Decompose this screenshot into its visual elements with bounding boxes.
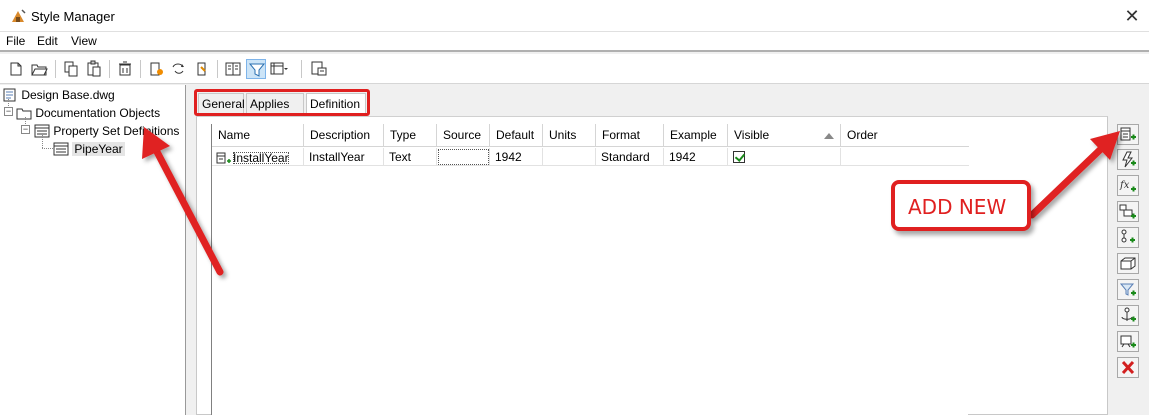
add-property-icon [1120, 127, 1136, 141]
column-header-default[interactable]: Default [490, 124, 543, 147]
add-material-property-button[interactable] [1117, 253, 1139, 274]
cell-source[interactable] [437, 148, 490, 166]
delete-property-icon [1121, 360, 1135, 375]
cell-visible[interactable] [728, 148, 841, 166]
toolbar [0, 54, 1149, 84]
add-new-callout: ADD NEW [891, 180, 1031, 231]
add-project-property-icon [1120, 335, 1136, 348]
menu-bar: File Edit View [0, 32, 1149, 52]
add-automatic-property-button[interactable] [1117, 149, 1139, 170]
callout-label: ADD NEW [908, 195, 1007, 219]
cell-example[interactable]: 1942 [664, 148, 728, 166]
delete-property-button[interactable] [1117, 357, 1139, 378]
column-header-visible-label: Visible [734, 128, 770, 142]
add-project-property-button[interactable] [1117, 331, 1139, 352]
cell-units[interactable] [543, 148, 596, 166]
tab-general[interactable]: General [198, 93, 245, 113]
visible-checkbox[interactable] [733, 150, 745, 163]
add-automatic-property-icon [1122, 151, 1136, 168]
menu-edit[interactable]: Edit [37, 34, 58, 48]
add-graphic-property-icon [1119, 283, 1136, 296]
tab-applies-to[interactable]: Applies To [246, 93, 304, 131]
cell-format[interactable]: Standard [596, 148, 664, 166]
add-graphic-property-button[interactable] [1117, 279, 1139, 300]
drawing-file-icon [3, 88, 16, 102]
tree-node-documentation-objects[interactable]: Documentation Objects [16, 103, 160, 121]
tree-label-pipeyear: PipeYear [72, 141, 125, 156]
add-location-property-button[interactable] [1117, 201, 1139, 222]
tree-node-property-set-definitions[interactable]: Property Set Definitions [34, 121, 179, 139]
open-folder-icon[interactable] [29, 59, 49, 79]
cell-name-value: InstallYear [232, 150, 289, 165]
inspect-icon[interactable] [309, 59, 329, 79]
column-header-example[interactable]: Example [664, 124, 728, 147]
add-classification-property-button[interactable] [1117, 227, 1139, 248]
paste-icon[interactable] [84, 59, 104, 79]
column-header-format[interactable]: Format [596, 124, 664, 147]
grid-header: Name Description Type Source Default Uni… [212, 124, 969, 147]
copy-icon[interactable] [61, 59, 81, 79]
edit-style-icon[interactable] [169, 59, 189, 79]
add-classification-property-icon [1121, 229, 1135, 243]
column-header-visible[interactable]: Visible [728, 124, 841, 147]
close-button[interactable]: ✕ [1115, 0, 1149, 32]
menu-file[interactable]: File [6, 34, 25, 48]
purge-icon[interactable] [115, 59, 135, 79]
add-anchor-property-icon [1121, 307, 1136, 322]
cell-order[interactable] [841, 148, 969, 166]
column-header-order[interactable]: Order [841, 124, 969, 147]
add-material-property-icon [1120, 257, 1136, 270]
cell-default[interactable]: 1942 [490, 148, 543, 166]
tree-node-drawing[interactable]: Design Base.dwg [2, 85, 115, 103]
column-header-description[interactable]: Description [304, 124, 384, 147]
add-property-button[interactable] [1117, 124, 1139, 145]
set-from-icon[interactable] [192, 59, 212, 79]
property-definitions-grid: Name Description Type Source Default Uni… [211, 124, 969, 415]
filter-icon[interactable] [246, 59, 266, 79]
tree-label-drawing: Design Base.dwg [21, 87, 115, 102]
tree-node-pipeyear[interactable]: PipeYear [53, 139, 125, 157]
tree-label-documentation-objects: Documentation Objects [35, 105, 161, 120]
sort-ascending-icon [824, 133, 834, 139]
svg-text:fx: fx [1119, 180, 1130, 191]
tree-label-property-set-definitions: Property Set Definitions [53, 123, 180, 138]
column-header-type[interactable]: Type [384, 124, 437, 147]
new-style-icon[interactable] [146, 59, 166, 79]
title-bar: Style Manager ✕ [0, 0, 1149, 32]
menu-view[interactable]: View [71, 34, 97, 48]
cell-name[interactable]: InstallYear [212, 148, 304, 166]
table-row[interactable]: InstallYear InstallYear Text 1942 Standa… [212, 148, 969, 166]
app-icon [12, 9, 26, 22]
folder-icon [16, 108, 32, 120]
tab-definition[interactable]: Definition [306, 93, 366, 113]
column-header-name[interactable]: Name [212, 124, 304, 147]
add-formula-property-icon: fx [1119, 180, 1136, 192]
new-icon[interactable] [6, 59, 26, 79]
cell-type[interactable]: Text [384, 148, 437, 166]
column-header-source[interactable]: Source [437, 124, 490, 147]
collapse-doc-objects-icon[interactable]: − [4, 107, 13, 116]
add-location-property-icon [1119, 204, 1136, 219]
cell-description[interactable]: InstallYear [304, 148, 384, 166]
column-header-units[interactable]: Units [543, 124, 596, 147]
style-tree: Design Base.dwg − Documentation Objects … [0, 85, 186, 415]
property-row-icon [216, 152, 231, 164]
property-set-icon [53, 142, 69, 156]
add-anchor-property-button[interactable] [1117, 305, 1139, 326]
view-options-icon[interactable] [269, 59, 289, 79]
toggle-view-icon[interactable] [223, 59, 243, 79]
collapse-property-sets-icon[interactable]: − [21, 125, 30, 134]
window-title: Style Manager [31, 9, 115, 24]
add-formula-property-button[interactable]: fx [1117, 175, 1139, 196]
